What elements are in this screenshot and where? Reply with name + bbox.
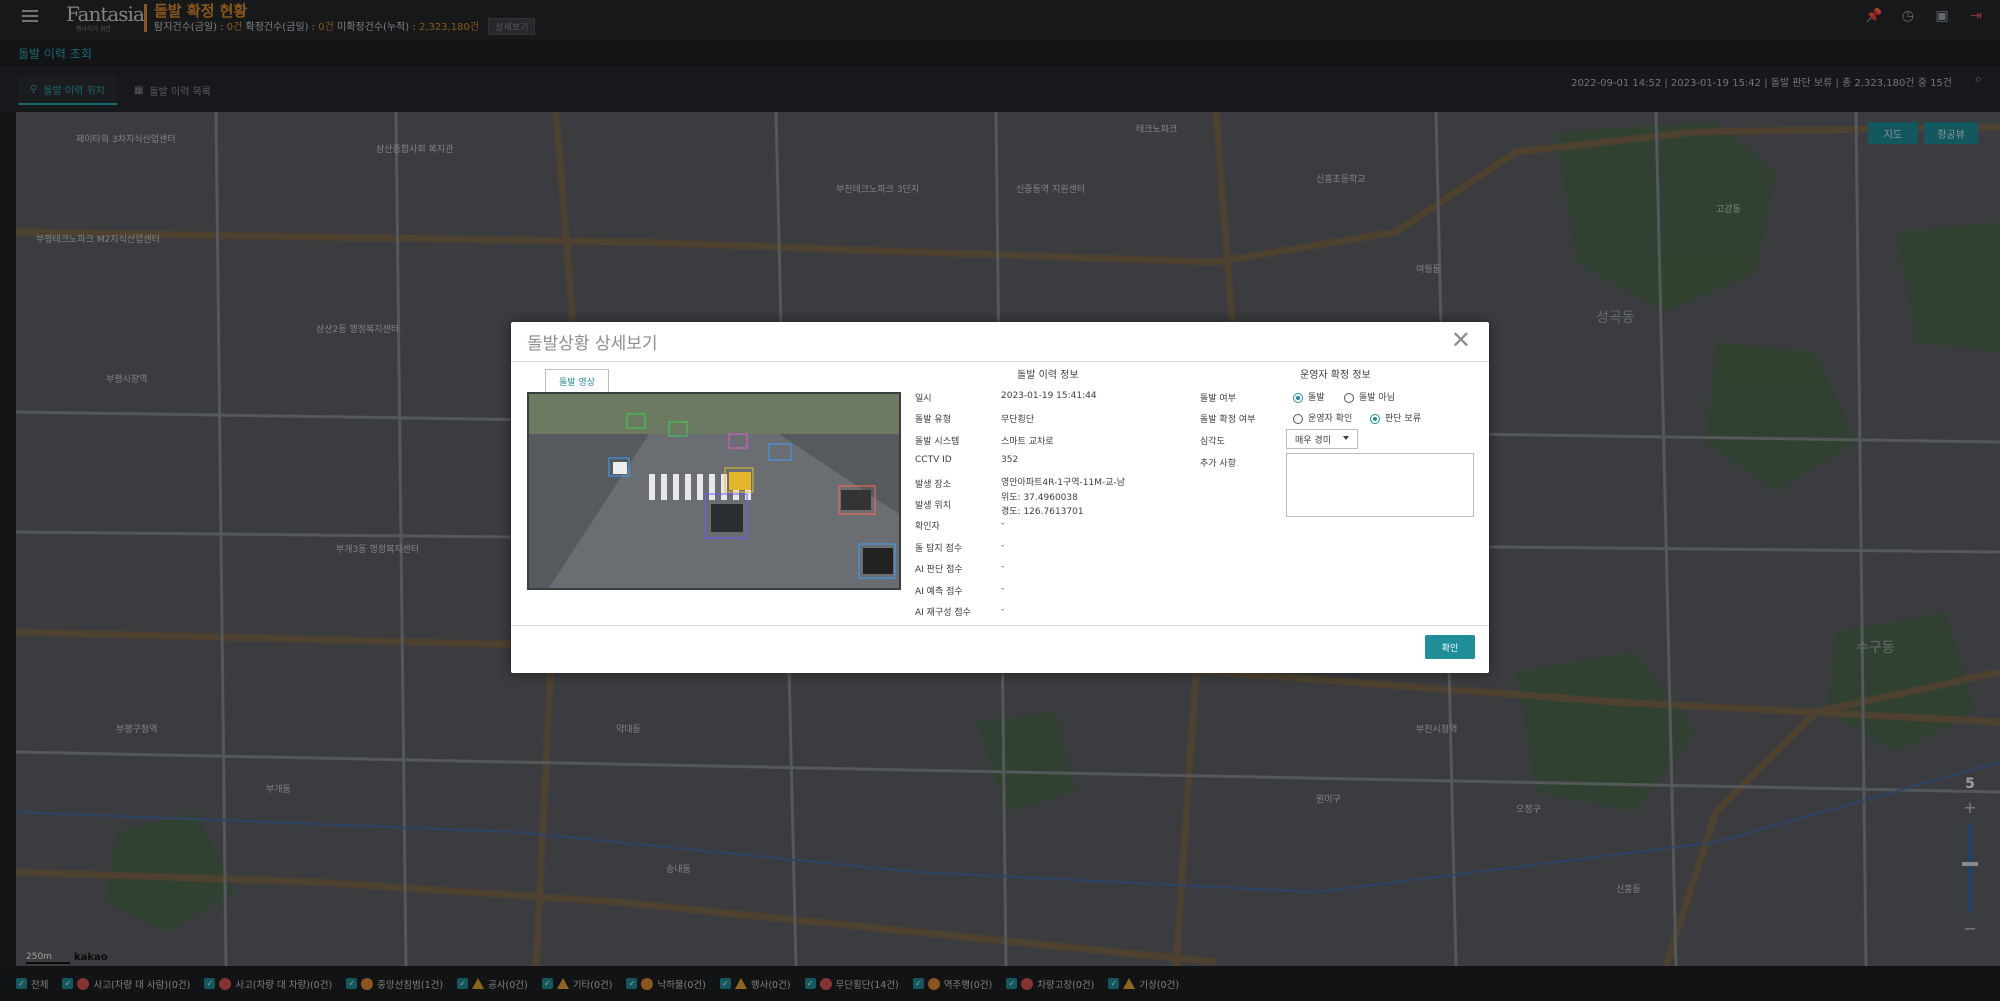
radio-label: 돌발 [1308,393,1325,403]
incident-label: 돌발 여부 [1200,394,1236,404]
cctv-video[interactable] [527,392,901,590]
history-label: 일시 [915,394,932,404]
history-label: AI 예측 점수 [915,587,963,597]
confirm-label: 돌발 확정 여부 [1200,415,1256,425]
severity-label: 심각도 [1200,437,1225,447]
history-label: 돌발 시스템 [915,437,960,447]
modal-title: 돌발상황 상세보기 [527,334,658,354]
history-label: 돌 탐지 점수 [915,544,963,554]
chevron-down-icon [1343,436,1349,440]
modal-footer-divider [511,625,1489,626]
radio-label: 운영자 확인 [1308,414,1353,424]
history-value: 위도: 37.4960038 [1001,493,1078,503]
history-value: - [1001,562,1005,572]
operator-confirm-title: 운영자 확정 정보 [1300,370,1371,381]
confirm-option-operator[interactable]: 운영자 확인 [1293,411,1352,424]
history-info-title: 돌발 이력 정보 [1017,370,1079,381]
history-value: 무단횡단 [1001,415,1035,425]
history-value: - [1001,605,1005,615]
severity-value: 매우 경미 [1295,435,1331,446]
radio-button[interactable] [1344,392,1354,403]
history-value: 영안아파트4R-1구역-11M-교-남 [1001,478,1126,488]
history-label: 확인자 [915,522,940,532]
confirm-option-pending[interactable]: 판단 보류 [1370,411,1421,424]
history-value: - [1001,519,1005,529]
severity-select[interactable]: 매우 경미 [1286,429,1358,449]
history-value: 스마트 교차로 [1001,437,1054,447]
video-tab[interactable]: 돌발 영상 [545,369,609,393]
radio-button[interactable] [1370,413,1380,424]
modal-header: 돌발상황 상세보기 ✕ [511,322,1489,362]
radio-label: 돌발 아님 [1359,393,1395,403]
radio-button[interactable] [1293,392,1303,403]
history-label: CCTV ID [915,455,952,465]
history-label: 발생 장소 [915,480,951,490]
radio-label: 판단 보류 [1385,414,1421,424]
cctv-scene [529,394,899,588]
incident-option-no[interactable]: 돌발 아님 [1344,390,1395,403]
incident-option-yes[interactable]: 돌발 [1293,390,1325,403]
history-value: 2023-01-19 15:41:44 [1001,391,1097,401]
history-label: 돌발 유형 [915,415,951,425]
confirm-button[interactable]: 확인 [1425,635,1475,659]
history-label: AI 판단 점수 [915,565,963,575]
history-label: AI 재구성 점수 [915,608,971,618]
history-value: - [1001,541,1005,551]
extra-textarea[interactable] [1286,453,1474,517]
history-label: 발생 위치 [915,501,951,511]
radio-button[interactable] [1293,413,1303,424]
incident-detail-modal: 돌발상황 상세보기 ✕ 돌발 영상 돌발 이력 정보 운영자 확정 정보 돌발 … [511,322,1489,673]
close-icon[interactable]: ✕ [1451,328,1471,352]
history-value: - [1001,584,1005,594]
history-value-secondary: 경도: 126.7613701 [1001,507,1084,517]
extra-label: 추가 사항 [1200,459,1236,469]
history-value: 352 [1001,455,1019,465]
